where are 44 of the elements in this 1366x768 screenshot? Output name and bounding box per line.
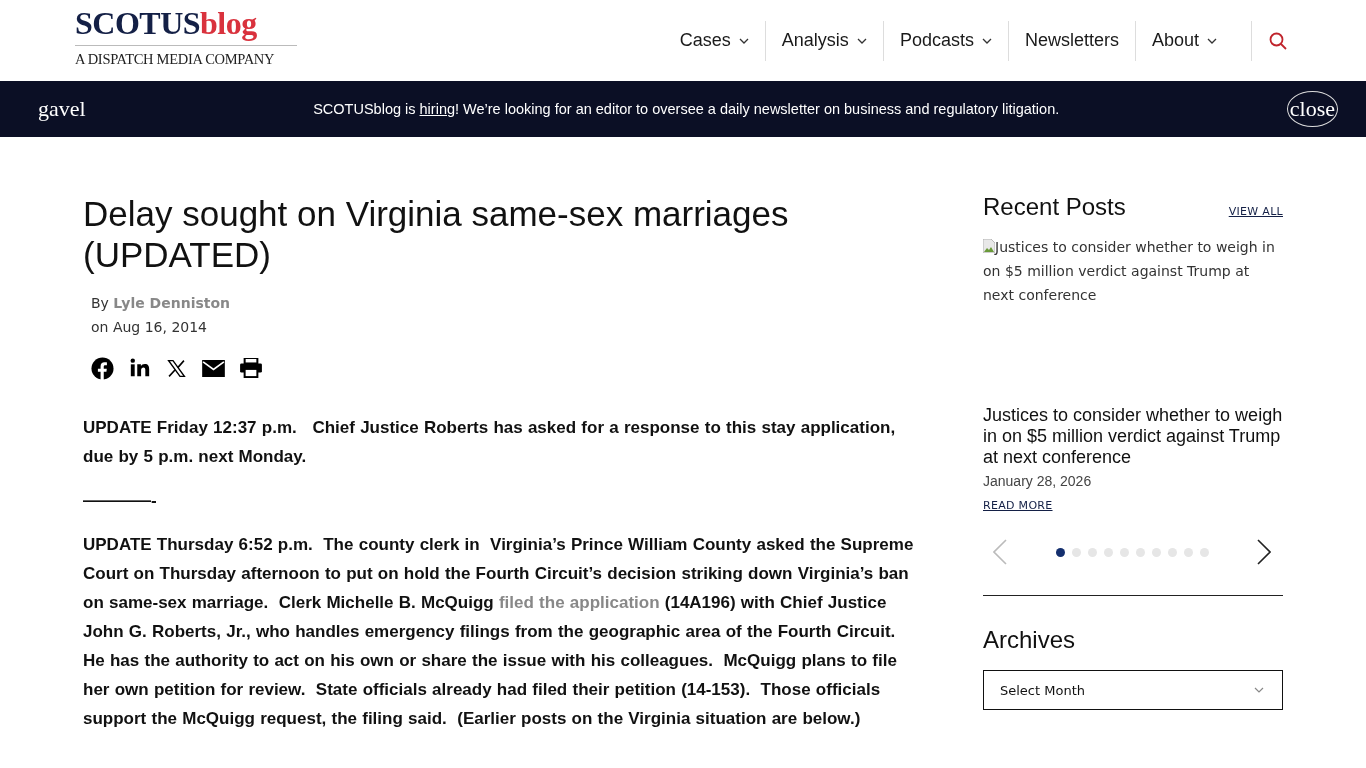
broken-image-icon — [983, 239, 995, 253]
carousel-dot[interactable] — [1135, 547, 1145, 557]
article-title: Delay sought on Virginia same-sex marriages (UPDATED) — [83, 193, 790, 275]
carousel-dot[interactable] — [1151, 547, 1161, 557]
email-icon[interactable] — [202, 359, 225, 377]
search-icon[interactable] — [1268, 30, 1288, 51]
nav-link[interactable]: Podcasts — [883, 20, 1009, 61]
carousel-dot[interactable] — [1167, 547, 1177, 557]
carousel-dot[interactable] — [1103, 547, 1113, 557]
month-select[interactable]: Select Month — [983, 670, 1283, 710]
hiring-link[interactable]: hiring — [419, 101, 455, 117]
nav-link[interactable]: About — [1135, 20, 1233, 61]
post-title-link[interactable]: Justices to consider whether to weigh in on $5 million verdict against Trump at next conference — [983, 405, 1283, 468]
section-heading: Recent Posts — [983, 193, 1126, 221]
print-icon[interactable] — [240, 358, 262, 378]
post-date: January 28, 2026 — [983, 473, 1093, 489]
nav-link[interactable]: Newsletters — [1008, 20, 1136, 61]
nav-link[interactable]: Cases — [663, 20, 766, 61]
article-paragraph: UPDATE Thursday 6:52 p.m. The county clerk in Virginia’s Prince William County asked the Supreme Court on Thursday afternoon to put on hold the Fourth Circuit’s decision striking down Virginia’s ban on same-sex marriage. Clerk Michelle B. McQuigg filed the application (14A196) with Chief Justice John G. Roberts, Jr., who handles emergency filings from the geographic area of the Fourth Circuit. He has the authority to act on his own or share the issue with his colleagues. McQuigg plans to file her own petition for review. State officials already had filed their petition (14-153). Those officials support the McQuigg request, the filing said. (Earlier posts on the Virginia situation are below.) — [83, 534, 915, 730]
carousel-dot[interactable] — [1055, 547, 1065, 557]
read-more-link[interactable]: READ MORE — [983, 499, 1053, 512]
gavel-icon: gavel — [38, 96, 86, 122]
logo-tagline: A DISPATCH MEDIA COMPANY — [75, 51, 276, 68]
application-link[interactable]: filed the application — [498, 593, 660, 612]
article-paragraph: UPDATE Friday 12:37 p.m. Chief Justice Roberts has asked for a response to this stay application, due by 5 p.m. next Monday. — [83, 417, 897, 468]
carousel-dot[interactable] — [1071, 547, 1081, 557]
carousel-dot[interactable] — [1119, 547, 1129, 557]
linkedin-icon[interactable] — [129, 357, 151, 379]
x-logo-icon[interactable] — [166, 357, 187, 379]
byline: By Lyle Denniston — [91, 294, 232, 313]
carousel-dot[interactable] — [1087, 547, 1097, 557]
carousel-dot[interactable] — [1183, 547, 1193, 557]
carousel-dot[interactable] — [1199, 547, 1209, 557]
post-date: on Aug 16, 2014 — [91, 318, 209, 337]
nav-link[interactable]: Analysis — [765, 20, 884, 61]
separator-text: ————- — [83, 490, 158, 512]
broken-image-alt-text: Justices to consider whether to weigh in on $5 million verdict against Trump at next conference — [983, 238, 1276, 305]
facebook-icon[interactable] — [91, 356, 114, 380]
announcement-text: SCOTUSblog is hiring! We’re looking for an editor to oversee a daily newsletter on business and regulatory litigation. — [312, 101, 1061, 117]
author-link[interactable]: Lyle Denniston — [113, 295, 231, 311]
view-all-link[interactable]: VIEW ALL — [1228, 205, 1283, 218]
section-heading: Archives — [983, 626, 1077, 654]
site-logo[interactable]: SCOTUSblog — [75, 4, 297, 46]
chevron-down-icon — [1254, 687, 1264, 693]
